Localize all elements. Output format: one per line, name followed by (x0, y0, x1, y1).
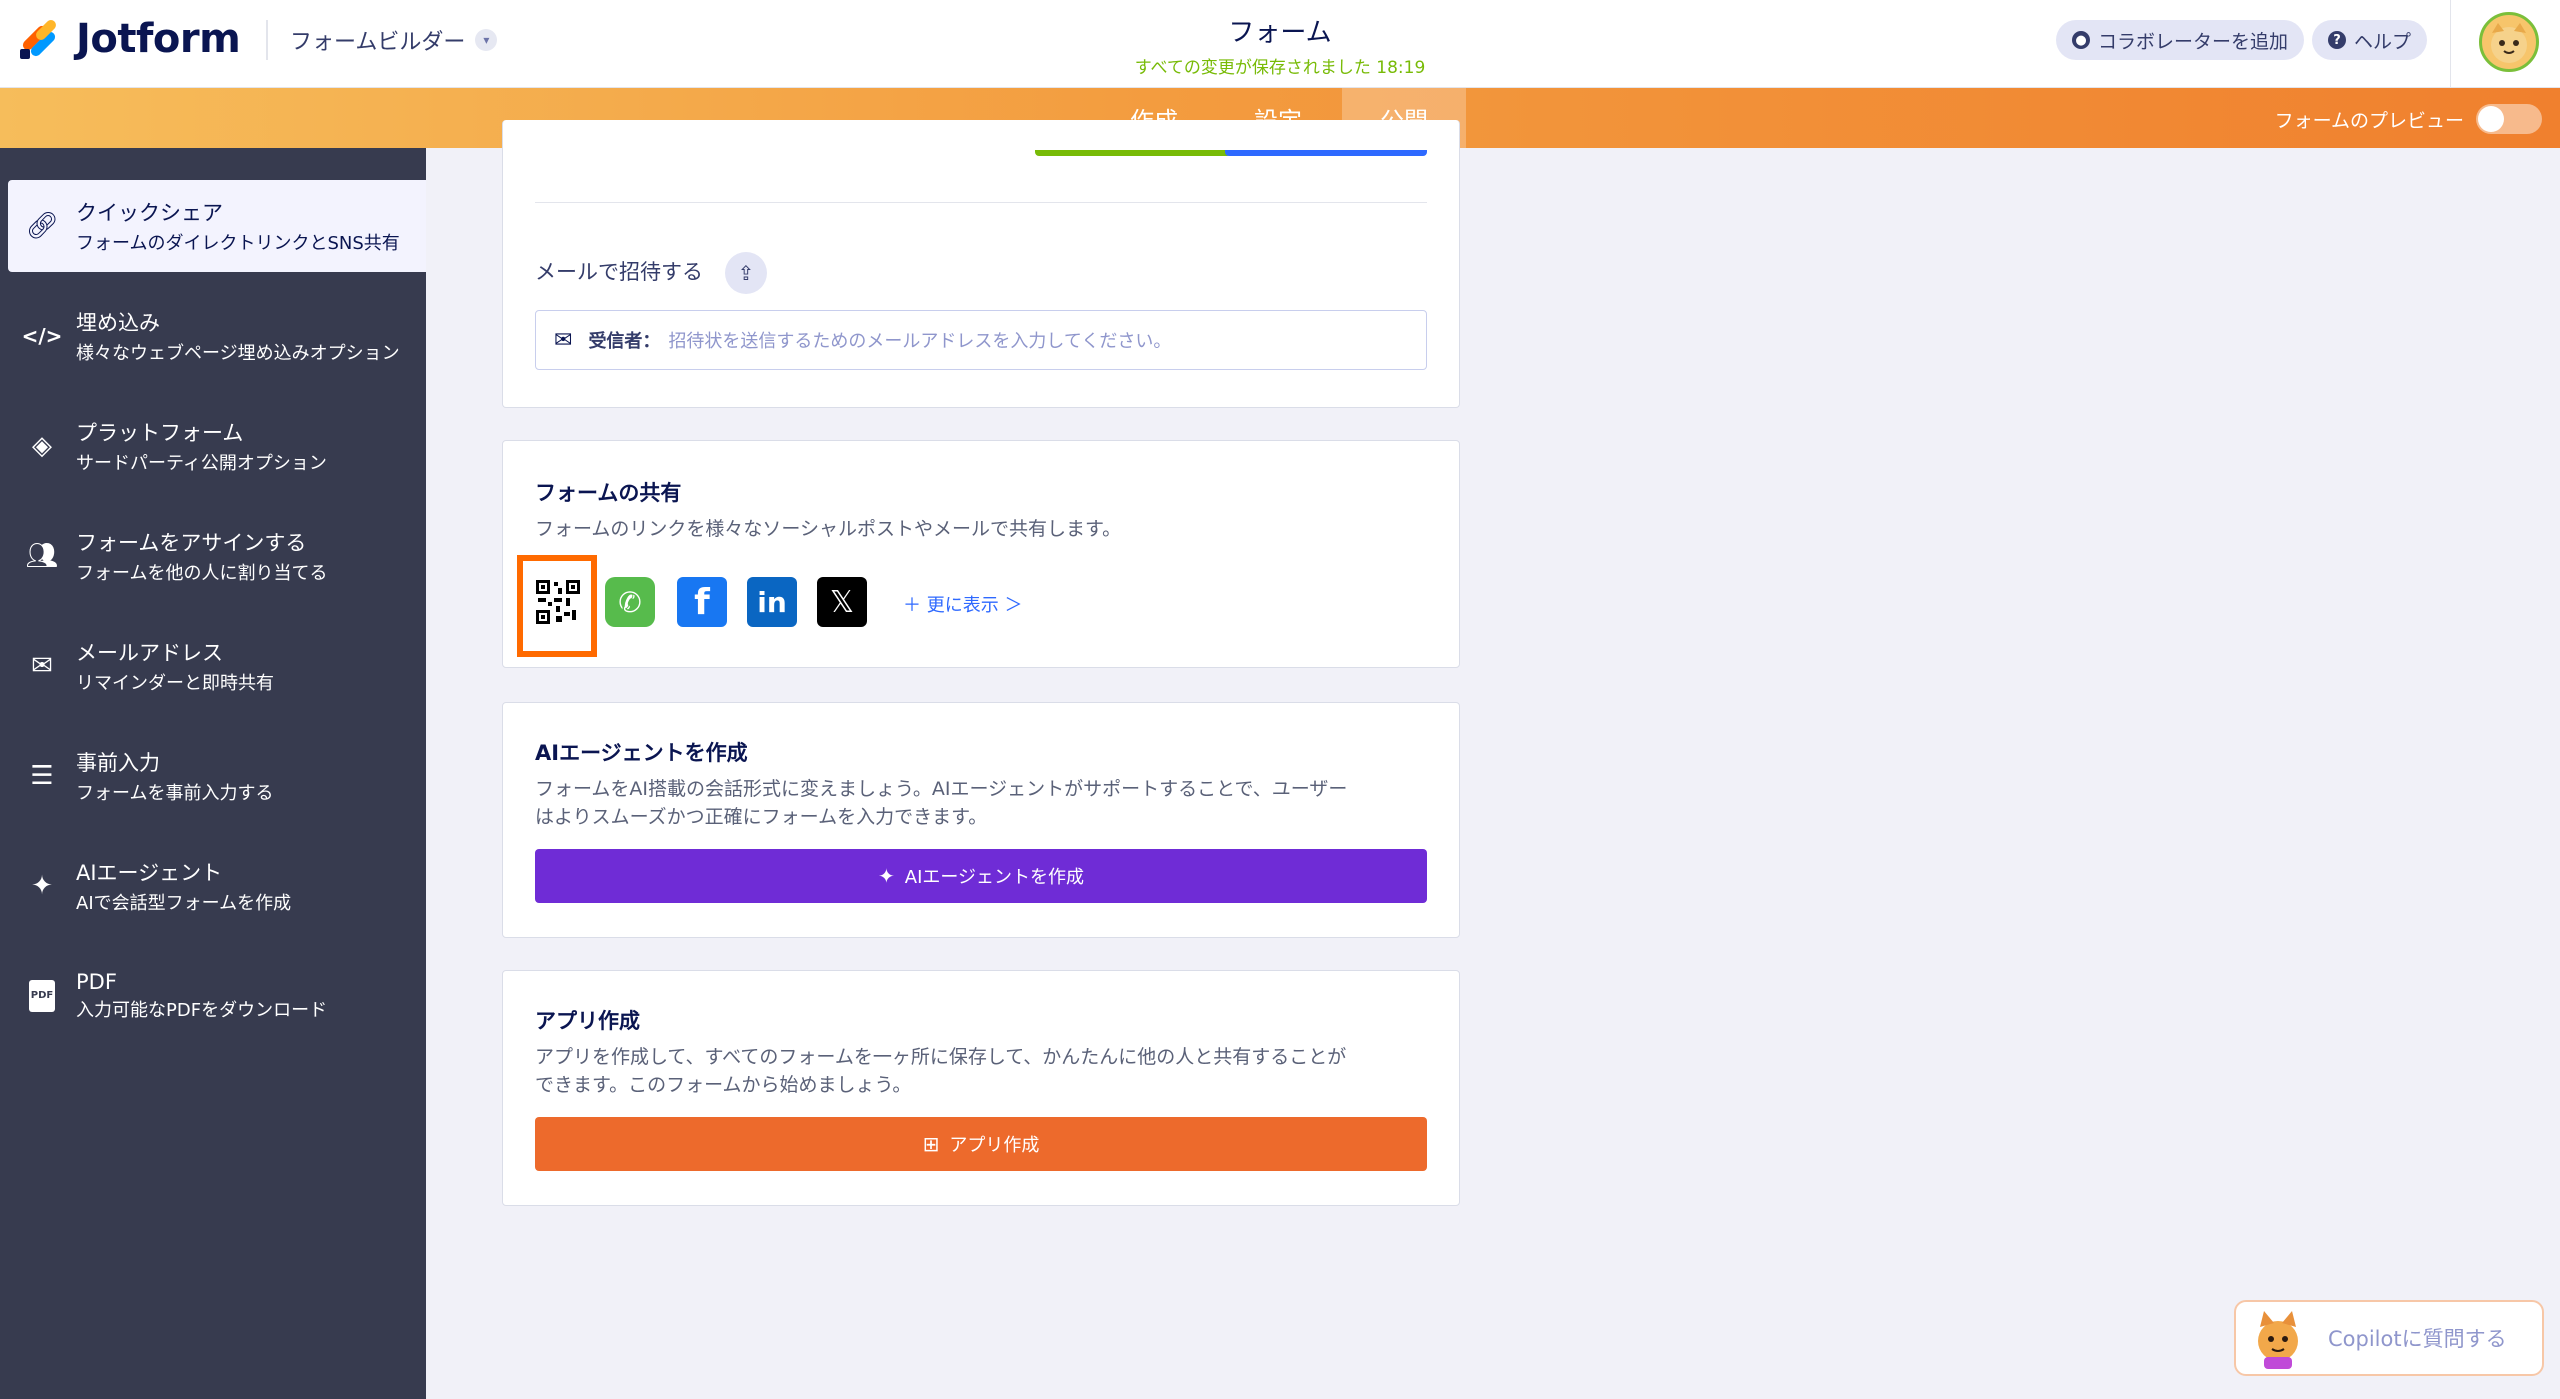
create-ai-agent-button[interactable]: ✦ AIエージェントを作成 (535, 849, 1427, 903)
create-app-button[interactable]: ⊞ アプリ作成 (535, 1117, 1427, 1171)
app-description-line2: できます。このフォームから始めましょう。 (535, 1074, 912, 1096)
email-invite-card: メールで招待する ⇪ ✉ 受信者： 招待状を送信するためのメールアドレスを入力し… (502, 120, 1460, 408)
email-invite-title: メールで招待する (535, 260, 703, 284)
sidebar-item-title: フォームをアサインする (76, 531, 307, 555)
x-icon: 𝕏 (829, 584, 855, 620)
avatar-cat-icon (2491, 23, 2527, 63)
linkedin-icon: in (757, 585, 787, 619)
users-icon: 👥︎ (25, 541, 59, 571)
section-divider (535, 202, 1427, 203)
whatsapp-icon: ✆ (618, 585, 642, 619)
ai-agent-title: AIエージェントを作成 (535, 741, 748, 765)
ai-agent-description-line1: フォームをAI搭載の会話形式に変えましょう。AIエージェントがサポートすることで… (535, 778, 1348, 800)
recipient-placeholder: 招待状を送信するためのメールアドレスを入力してください。 (668, 331, 1172, 352)
ai-agent-description-line2: はよりスムーズかつ正確にフォームを入力できます。 (535, 806, 988, 828)
recipient-email-field[interactable]: ✉ 受信者： 招待状を送信するためのメールアドレスを入力してください。 (535, 310, 1427, 370)
help-label: ヘルプ (2354, 30, 2412, 53)
create-app-label: アプリ作成 (949, 1135, 1040, 1156)
jotform-logo-mark (18, 17, 62, 61)
qr-code-icon (536, 580, 580, 624)
save-status: すべての変更が保存されました 18:19 (1134, 58, 1426, 78)
app-title: アプリ作成 (535, 1009, 640, 1033)
sidebar-item-title: AIエージェント (76, 861, 223, 885)
show-more-link[interactable]: ＋ 更に表示 ＞ (903, 591, 1022, 617)
logo-text: Jotform (76, 16, 241, 62)
sidebar-item-subtitle: サードパーティ公開オプション (76, 453, 327, 474)
mail-icon: ✉ (554, 327, 573, 353)
form-title[interactable]: フォーム (1080, 12, 1480, 49)
sidebar-item-platforms[interactable]: ◈ プラットフォームサードパーティ公開オプション (8, 400, 426, 492)
form-builder-dropdown[interactable]: フォームビルダー ▾ (290, 24, 498, 56)
header-divider (266, 20, 268, 60)
facebook-button[interactable]: f (677, 577, 727, 627)
publish-sidebar: 🔗︎ クイックシェアフォームのダイレクトリンクとSNS共有 </> 埋め込み様々… (0, 148, 426, 1399)
sparkle-icon: ✦ (31, 871, 53, 901)
sidebar-item-prefill[interactable]: ☰ 事前入力フォームを事前入力する (8, 730, 426, 822)
whatsapp-button[interactable]: ✆ (605, 577, 655, 627)
x-button[interactable]: 𝕏 (817, 577, 867, 627)
app-grid-icon: ⊞ (922, 1132, 940, 1156)
sidebar-item-title: 埋め込み (76, 311, 160, 335)
code-icon: </> (21, 324, 63, 348)
app-description-line1: アプリを作成して、すべてのフォームを一ヶ所に保存して、かんたんに他の人と共有する… (535, 1046, 1347, 1068)
sidebar-item-title: PDF (76, 970, 117, 994)
upload-icon[interactable]: ⇪ (725, 252, 767, 294)
sidebar-item-pdf[interactable]: PDF PDF 入力可能なPDFをダウンロード (8, 950, 426, 1042)
help-icon: ? (2328, 31, 2346, 49)
recipient-label: 受信者： (588, 331, 661, 352)
add-collaborator-label: コラボレーターを追加 (2098, 30, 2289, 53)
app-create-card: アプリ作成 アプリを作成して、すべてのフォームを一ヶ所に保存して、かんたんに他の… (502, 970, 1460, 1206)
sidebar-item-title: メールアドレス (76, 641, 223, 665)
form-builder-label: フォームビルダー (290, 30, 466, 55)
add-collaborator-button[interactable]: ● コラボレーターを追加 (2056, 20, 2305, 60)
form-title-block: フォーム すべての変更が保存されました 18:19 (1080, 12, 1480, 78)
jotform-logo[interactable]: Jotform (18, 16, 241, 62)
copilot-label: Copilotに質問する (2328, 1327, 2507, 1351)
qr-code-button[interactable] (535, 577, 581, 627)
sidebar-item-subtitle: リマインダーと即時共有 (76, 673, 274, 694)
sidebar-item-ai-agent[interactable]: ✦ AIエージェント AIで会話型フォームを作成 (8, 840, 426, 932)
facebook-icon: f (694, 581, 710, 623)
sidebar-item-subtitle: フォームのダイレクトリンクとSNS共有 (76, 233, 400, 254)
sidebar-item-email[interactable]: ✉ メールアドレスリマインダーと即時共有 (8, 620, 426, 712)
blue-button-edge[interactable] (1225, 150, 1427, 156)
form-preview-toggle[interactable] (2476, 104, 2542, 134)
copilot-cat-icon (2258, 1311, 2298, 1369)
avatar-area (2450, 0, 2560, 88)
user-icon: ● (2072, 31, 2090, 49)
form-preview-label: フォームのプレビュー (2274, 110, 2464, 132)
sidebar-item-subtitle: 様々なウェブページ埋め込みオプション (76, 343, 400, 364)
help-button[interactable]: ? ヘルプ (2312, 20, 2428, 60)
chevron-down-icon: ▾ (475, 29, 498, 51)
sidebar-item-subtitle: フォームを事前入力する (76, 783, 274, 804)
linkedin-button[interactable]: in (747, 577, 797, 627)
sidebar-item-assign[interactable]: 👥︎ フォームをアサインする フォームを他の人に割り当てる (8, 510, 426, 602)
sidebar-item-title: プラットフォーム (76, 421, 244, 445)
share-title: フォームの共有 (535, 481, 682, 505)
pdf-icon: PDF (8, 980, 76, 1012)
create-ai-agent-label: AIエージェントを作成 (904, 867, 1085, 888)
link-icon: 🔗︎ (25, 211, 59, 241)
sidebar-item-quick-share[interactable]: 🔗︎ クイックシェアフォームのダイレクトリンクとSNS共有 (8, 180, 426, 272)
ai-agent-card: AIエージェントを作成 フォームをAI搭載の会話形式に変えましょう。AIエージェ… (502, 702, 1460, 938)
avatar[interactable] (2479, 12, 2539, 72)
mail-icon: ✉ (31, 651, 53, 681)
copilot-button[interactable]: Copilotに質問する (2234, 1300, 2544, 1376)
sidebar-item-title: クイックシェア (76, 201, 223, 225)
form-share-card: フォームの共有 フォームのリンクを様々なソーシャルポストやメールで共有します。 … (502, 440, 1460, 668)
layers-icon: ◈ (32, 431, 52, 461)
sidebar-item-title: 事前入力 (76, 751, 160, 775)
share-description: フォームのリンクを様々なソーシャルポストやメールで共有します。 (535, 518, 1122, 540)
sidebar-item-subtitle: 入力可能なPDFをダウンロード (76, 1000, 328, 1021)
green-button-edge[interactable] (1035, 150, 1231, 156)
sidebar-item-embed[interactable]: </> 埋め込み様々なウェブページ埋め込みオプション (8, 290, 426, 382)
sidebar-item-subtitle: フォームを他の人に割り当てる (76, 563, 328, 584)
sidebar-item-subtitle: AIで会話型フォームを作成 (76, 893, 292, 914)
sparkle-icon: ✦ (877, 864, 895, 888)
prefill-icon: ☰ (30, 761, 54, 791)
top-header: Jotform フォームビルダー ▾ フォーム すべての変更が保存されました 1… (0, 0, 2560, 88)
